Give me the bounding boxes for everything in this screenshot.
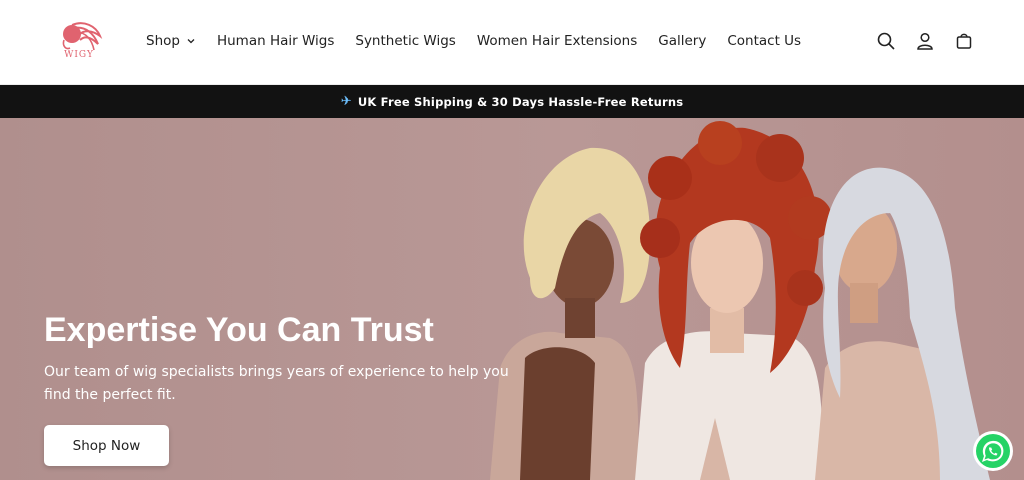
- announcement-bar: ✈ UK Free Shipping & 30 Days Hassle-Free…: [0, 85, 1024, 118]
- header-icons: [857, 31, 974, 51]
- nav-item-contact-us[interactable]: Contact Us: [727, 33, 801, 49]
- nav-item-human-hair-wigs[interactable]: Human Hair Wigs: [217, 33, 334, 49]
- cart-icon[interactable]: [954, 31, 974, 51]
- main-nav: Shop Human Hair Wigs Synthetic Wigs Wome…: [146, 31, 822, 51]
- hero-title: Expertise You Can Trust: [44, 311, 434, 349]
- logo-text: WIGY: [64, 50, 94, 60]
- nav-item-gallery[interactable]: Gallery: [658, 33, 706, 49]
- announcement-text: UK Free Shipping & 30 Days Hassle-Free R…: [357, 94, 684, 109]
- hero-models-image: [490, 121, 990, 480]
- whatsapp-icon[interactable]: [972, 430, 1014, 472]
- account-icon[interactable]: [915, 31, 935, 51]
- nav-item-label: Synthetic Wigs: [355, 33, 456, 49]
- chevron-down-icon: [187, 39, 195, 44]
- nav-item-shop[interactable]: Shop: [146, 33, 196, 49]
- shop-now-button[interactable]: Shop Now: [44, 425, 169, 466]
- site-header: WIGY Shop Human Hair Wigs Synthetic Wigs…: [0, 0, 1024, 85]
- hero-banner: Expertise You Can Trust Our team of wig …: [0, 118, 1024, 480]
- hero-subtitle: Our team of wig specialists brings years…: [44, 364, 509, 403]
- nav-item-label: Contact Us: [727, 33, 802, 49]
- nav-item-label: Women Hair Extensions: [476, 33, 638, 49]
- nav-item-label: Shop: [146, 33, 180, 49]
- nav-item-women-hair-extensions[interactable]: Women Hair Extensions: [477, 33, 637, 49]
- nav-item-synthetic-wigs[interactable]: Synthetic Wigs: [355, 33, 455, 49]
- search-icon[interactable]: [876, 31, 896, 51]
- airplane-icon: ✈: [340, 94, 352, 109]
- nav-item-label: Human Hair Wigs: [216, 33, 335, 49]
- nav-item-label: Gallery: [658, 33, 707, 49]
